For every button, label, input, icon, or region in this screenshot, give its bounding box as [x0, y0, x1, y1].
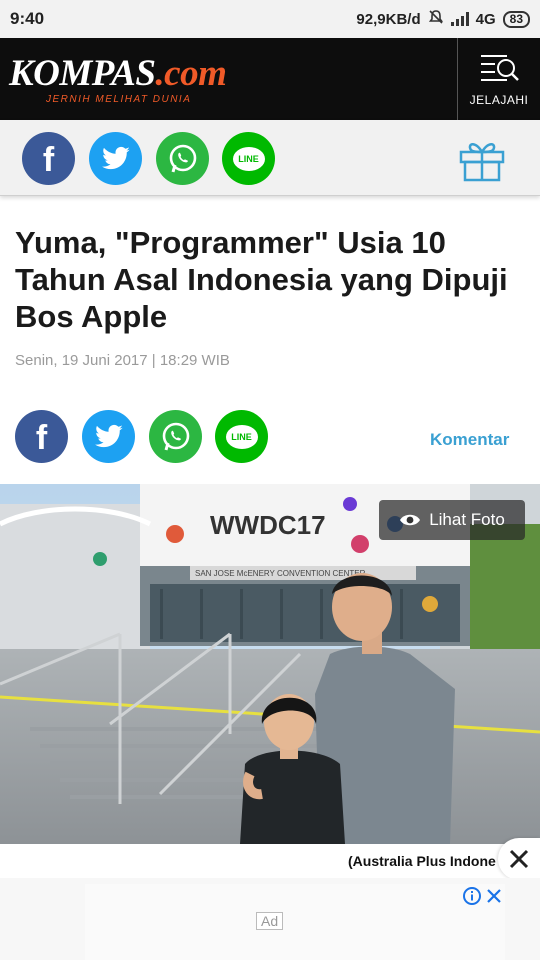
article-date: Senin, 19 Juni 2017 | 18:29 WIB: [15, 352, 230, 369]
menu-search-icon: [477, 52, 521, 87]
article-share-facebook-button[interactable]: f: [15, 410, 68, 463]
article-share-whatsapp-button[interactable]: [149, 410, 202, 463]
site-header: KOMPAS.com JERNIH MELIHAT DUNIA JELAJAHI: [0, 38, 540, 120]
line-icon: LINE: [225, 424, 258, 449]
article-share-line-button[interactable]: LINE: [215, 410, 268, 463]
ad-content[interactable]: [85, 884, 505, 960]
share-twitter-button[interactable]: [89, 132, 142, 185]
ad-badge: Ad: [256, 912, 284, 930]
ad-banner[interactable]: Ad: [0, 878, 540, 960]
eye-icon: [400, 514, 421, 526]
battery-icon: 83: [502, 10, 530, 28]
ad-info-icon[interactable]: [463, 887, 481, 905]
close-button[interactable]: [498, 838, 540, 880]
logo-suffix: .com: [155, 53, 227, 94]
view-photo-label: Lihat Foto: [429, 510, 505, 529]
network-type: 4G: [475, 10, 496, 28]
explore-label: JELAJAHI: [469, 92, 529, 107]
signal-icon: [450, 12, 469, 26]
comment-link[interactable]: Komentar: [430, 430, 509, 450]
gift-icon[interactable]: [457, 136, 507, 187]
photo-caption: (Australia Plus Indone: [0, 844, 540, 878]
facebook-icon: f: [42, 141, 55, 179]
building-sign: SAN JOSE McENERY CONVENTION CENTER: [195, 569, 366, 578]
share-line-button[interactable]: LINE: [222, 132, 275, 185]
twitter-icon: [101, 146, 130, 169]
ad-close-icon[interactable]: [486, 888, 502, 904]
whatsapp-icon: [169, 144, 196, 172]
network-speed: 92,9KB/d: [356, 10, 421, 28]
status-indicators: 92,9KB/d 4G 83: [356, 9, 530, 29]
kompas-logo[interactable]: KOMPAS.com: [9, 52, 227, 95]
sticky-share-bar: f LINE: [0, 120, 540, 196]
ad-controls: [463, 887, 502, 905]
view-photo-button[interactable]: Lihat Foto: [379, 500, 525, 540]
share-facebook-button[interactable]: f: [22, 132, 75, 185]
status-bar: 9:40 92,9KB/d 4G 83: [0, 0, 540, 38]
article-title: Yuma, "Programmer" Usia 10 Tahun Asal In…: [15, 225, 508, 334]
line-icon: LINE: [232, 146, 265, 171]
mute-bell-icon: [428, 9, 444, 29]
wwdc-banner: WWDC17: [210, 510, 326, 540]
logo-tagline: JERNIH MELIHAT DUNIA: [46, 94, 192, 105]
explore-button[interactable]: JELAJAHI: [457, 38, 540, 120]
whatsapp-icon: [162, 422, 189, 450]
caption-text: (Australia Plus Indone: [348, 853, 496, 869]
close-icon: [509, 849, 529, 869]
share-whatsapp-button[interactable]: [156, 132, 209, 185]
article-share-twitter-button[interactable]: [82, 410, 135, 463]
logo-main: KOMPAS: [9, 53, 156, 94]
facebook-icon: f: [35, 419, 48, 457]
twitter-icon: [94, 424, 123, 447]
status-time: 9:40: [10, 9, 45, 28]
